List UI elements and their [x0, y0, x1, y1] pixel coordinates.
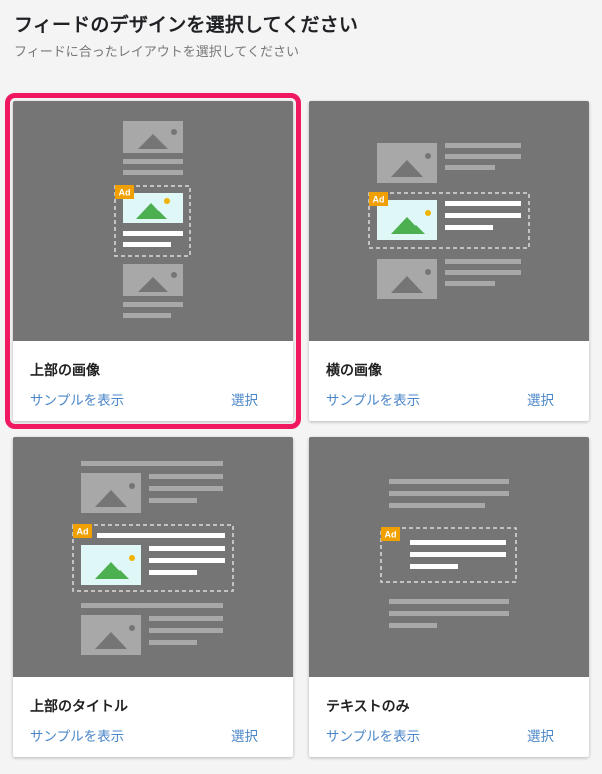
svg-text:Ad: Ad: [385, 530, 397, 540]
ad-image-icon: [81, 545, 141, 585]
svg-text:Ad: Ad: [373, 195, 385, 205]
placeholder-image-icon: [123, 264, 183, 296]
layout-preview-side-image: Ad: [309, 101, 589, 341]
design-card-top-title[interactable]: Ad 上部のタイトル サンプルを表示 選択: [13, 437, 293, 757]
layout-preview-text-only: Ad: [309, 437, 589, 677]
layout-preview-top-image: Ad: [13, 101, 293, 341]
select-link[interactable]: 選択: [231, 725, 258, 745]
placeholder-image-icon: [81, 473, 141, 513]
page-title: フィードのデザインを選択してください: [14, 14, 359, 36]
card-label: 上部の画像: [30, 363, 100, 379]
ad-badge: Ad: [369, 192, 388, 206]
show-sample-link[interactable]: サンプルを表示: [326, 389, 420, 409]
select-link[interactable]: 選択: [231, 389, 258, 409]
placeholder-image-icon: [81, 615, 141, 655]
card-label: テキストのみ: [326, 699, 410, 715]
page-subtitle: フィードに合ったレイアウトを選択してください: [14, 45, 299, 60]
svg-text:Ad: Ad: [77, 527, 89, 537]
select-link[interactable]: 選択: [527, 725, 554, 745]
design-card-text-only[interactable]: Ad テキストのみ サンプルを表示 選択: [309, 437, 589, 757]
placeholder-image-icon: [123, 121, 183, 153]
layout-preview-top-title: Ad: [13, 437, 293, 677]
show-sample-link[interactable]: サンプルを表示: [30, 389, 124, 409]
show-sample-link[interactable]: サンプルを表示: [326, 725, 420, 745]
show-sample-link[interactable]: サンプルを表示: [30, 725, 124, 745]
ad-badge: Ad: [73, 524, 92, 538]
ad-badge: Ad: [115, 185, 134, 199]
placeholder-image-icon: [377, 143, 437, 183]
design-card-side-image[interactable]: Ad 横の画像 サンプルを表示 選択: [309, 101, 589, 421]
svg-text:Ad: Ad: [119, 188, 131, 198]
placeholder-image-icon: [377, 259, 437, 299]
card-label: 横の画像: [326, 363, 382, 379]
card-label: 上部のタイトル: [30, 699, 128, 715]
select-link[interactable]: 選択: [527, 389, 554, 409]
ad-badge: Ad: [381, 527, 400, 541]
design-card-top-image[interactable]: Ad 上部の画像 サンプルを表示 選択: [5, 93, 301, 429]
